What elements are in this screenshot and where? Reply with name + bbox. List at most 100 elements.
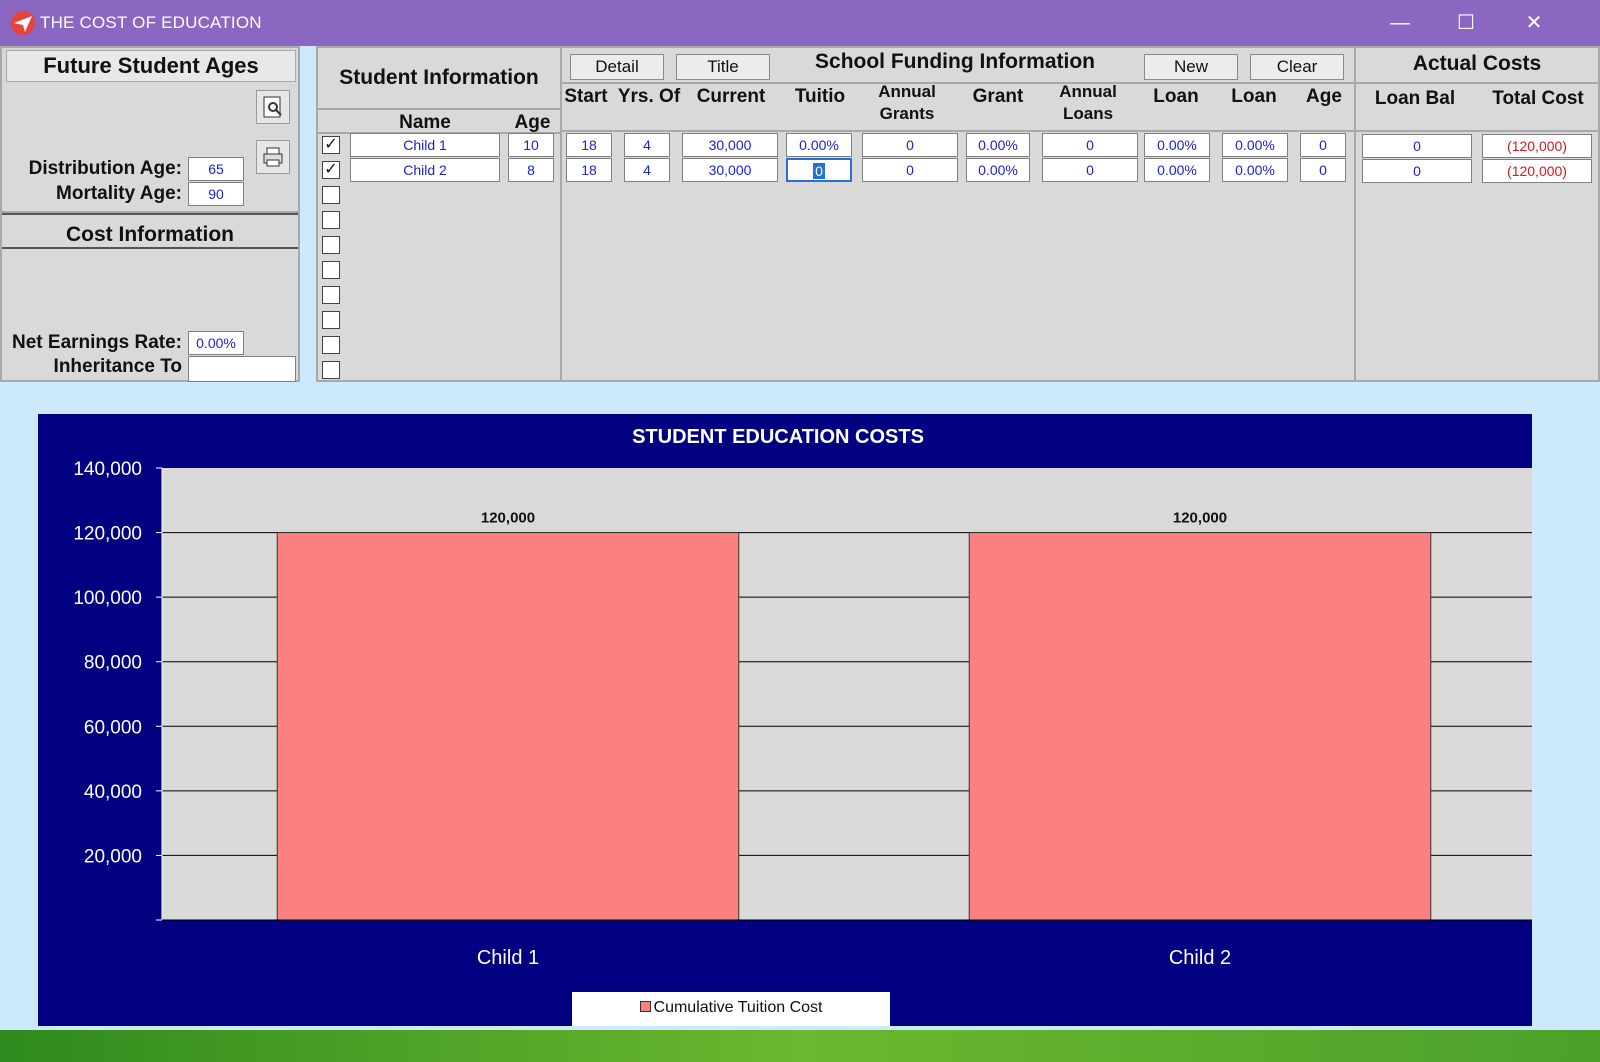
col-header-grant: Grant (972, 86, 1024, 107)
student-age-input[interactable]: 10 (508, 133, 554, 157)
legend-swatch (639, 1001, 651, 1012)
col-header-loan-bal: Loan Bal (1374, 88, 1456, 109)
col-header-annual-grants-2: Grants (879, 104, 935, 123)
y-tick-label: 40,000 (84, 782, 142, 803)
student-panel-title: Student Information (339, 66, 539, 89)
student-checkbox[interactable] (322, 261, 340, 279)
col-header-tuition: Tuitio (794, 86, 846, 107)
col-header-annual-grants-1: Annual (878, 82, 936, 101)
ages-panel-title: Future Student Ages (43, 53, 259, 78)
funding-annual-loans-input[interactable]: 0 (1042, 133, 1138, 157)
bar-child-2 (968, 532, 1432, 921)
col-header-yrs: Yrs. Of (617, 86, 681, 107)
title-button[interactable]: Title (676, 54, 770, 80)
mortality-age-input[interactable]: 90 (188, 182, 244, 206)
student-checkbox[interactable] (322, 186, 340, 204)
tuition-selected-text: 0 (813, 163, 825, 179)
preview-icon[interactable] (256, 90, 290, 124)
loan-balance-value: 0 (1362, 134, 1472, 158)
student-info-panel (316, 46, 562, 382)
funding-loan1-input[interactable]: 0.00% (1144, 158, 1210, 182)
print-icon[interactable] (256, 140, 290, 174)
funding-panel-title: School Funding Information (815, 50, 1095, 73)
col-header-name: Name (399, 112, 451, 133)
funding-grant-input[interactable]: 0.00% (966, 158, 1030, 182)
title-bar: THE COST OF EDUCATION — ☐ ✕ (0, 0, 1600, 46)
funding-yrs-input[interactable]: 4 (624, 133, 670, 157)
student-checkbox[interactable] (322, 311, 340, 329)
minimize-button[interactable]: — (1380, 8, 1420, 38)
clear-button[interactable]: Clear (1250, 54, 1344, 80)
divider (318, 108, 560, 110)
close-button[interactable]: ✕ (1514, 8, 1554, 38)
student-checkbox[interactable] (322, 336, 340, 354)
funding-start-input[interactable]: 18 (566, 158, 612, 182)
col-header-loan-1: Loan (1153, 86, 1199, 107)
col-header-total-cost: Total Cost (1492, 88, 1584, 109)
bar-chart: 20,000 40,000 60,000 80,000 100,000 120,000 14… (73, 459, 1532, 969)
funding-annual-grants-input[interactable]: 0 (862, 158, 958, 182)
student-checkbox[interactable]: ✓ (322, 136, 340, 154)
divider (1356, 130, 1598, 132)
student-checkbox[interactable] (322, 236, 340, 254)
student-name-input[interactable]: Child 2 (350, 158, 500, 182)
mortality-age-label: Mortality Age: (56, 183, 182, 204)
maximize-button[interactable]: ☐ (1446, 8, 1486, 38)
y-tick-label: 60,000 (84, 717, 142, 738)
funding-loan2-input[interactable]: 0.00% (1222, 133, 1288, 157)
legend-label: Cumulative Tuition Cost (653, 999, 823, 1016)
funding-annual-loans-input[interactable]: 0 (1042, 158, 1138, 182)
student-checkbox[interactable] (322, 286, 340, 304)
app-logo-icon (11, 11, 35, 35)
col-header-current: Current (696, 86, 766, 107)
student-age-input[interactable]: 8 (508, 158, 554, 182)
y-tick-label: 80,000 (84, 653, 142, 674)
col-header-age: Age (1306, 86, 1342, 107)
col-header-loan-2: Loan (1231, 86, 1277, 107)
funding-loan1-input[interactable]: 0.00% (1144, 133, 1210, 157)
funding-current-input[interactable]: 30,000 (682, 158, 778, 182)
student-name-input[interactable]: Child 1 (350, 133, 500, 157)
student-checkbox[interactable]: ✓ (322, 161, 340, 179)
col-header-annual-loans-2: Loans (1062, 104, 1114, 123)
col-header-start: Start (564, 86, 608, 107)
funding-yrs-input[interactable]: 4 (624, 158, 670, 182)
funding-annual-grants-input[interactable]: 0 (862, 133, 958, 157)
col-header-age: Age (514, 112, 551, 133)
bar-child-1 (276, 532, 740, 921)
col-header-annual-loans-1: Annual (1059, 82, 1117, 101)
funding-start-input[interactable]: 18 (566, 133, 612, 157)
inheritance-input[interactable] (188, 356, 296, 382)
taskbar-strip (0, 1030, 1600, 1062)
divider (1356, 82, 1598, 84)
funding-grant-input[interactable]: 0.00% (966, 133, 1030, 157)
student-checkbox[interactable] (322, 211, 340, 229)
funding-age-input[interactable]: 0 (1300, 133, 1346, 157)
total-cost-value: (120,000) (1482, 134, 1592, 158)
funding-tuition-input[interactable]: 0 (786, 158, 852, 182)
funding-current-input[interactable]: 30,000 (682, 133, 778, 157)
detail-button[interactable]: Detail (570, 54, 664, 80)
student-checkbox[interactable] (322, 361, 340, 379)
cost-panel-title: Cost Information (66, 223, 234, 246)
funding-age-input[interactable]: 0 (1300, 158, 1346, 182)
total-cost-value: (120,000) (1482, 159, 1592, 183)
y-tick-label: 140,000 (73, 459, 142, 480)
bar-data-label: 120,000 (1173, 510, 1227, 527)
window-title: THE COST OF EDUCATION (40, 13, 262, 32)
y-tick-label: 20,000 (84, 846, 142, 867)
net-earnings-label: Net Earnings Rate: (12, 332, 182, 353)
x-tick-label: Child 2 (1169, 947, 1231, 969)
distribution-age-input[interactable]: 65 (188, 157, 244, 181)
y-tick-label: 100,000 (73, 588, 142, 609)
new-button[interactable]: New (1144, 54, 1238, 80)
distribution-age-label: Distribution Age: (28, 158, 182, 179)
actual-panel-title: Actual Costs (1412, 52, 1542, 75)
y-tick-label: 120,000 (73, 524, 142, 545)
chart-legend: Cumulative Tuition Cost (572, 992, 890, 1026)
divider (562, 130, 1354, 132)
funding-loan2-input[interactable]: 0.00% (1222, 158, 1288, 182)
divider (562, 82, 1354, 84)
funding-tuition-input[interactable]: 0.00% (786, 133, 852, 157)
net-earnings-input[interactable]: 0.00% (188, 331, 244, 355)
